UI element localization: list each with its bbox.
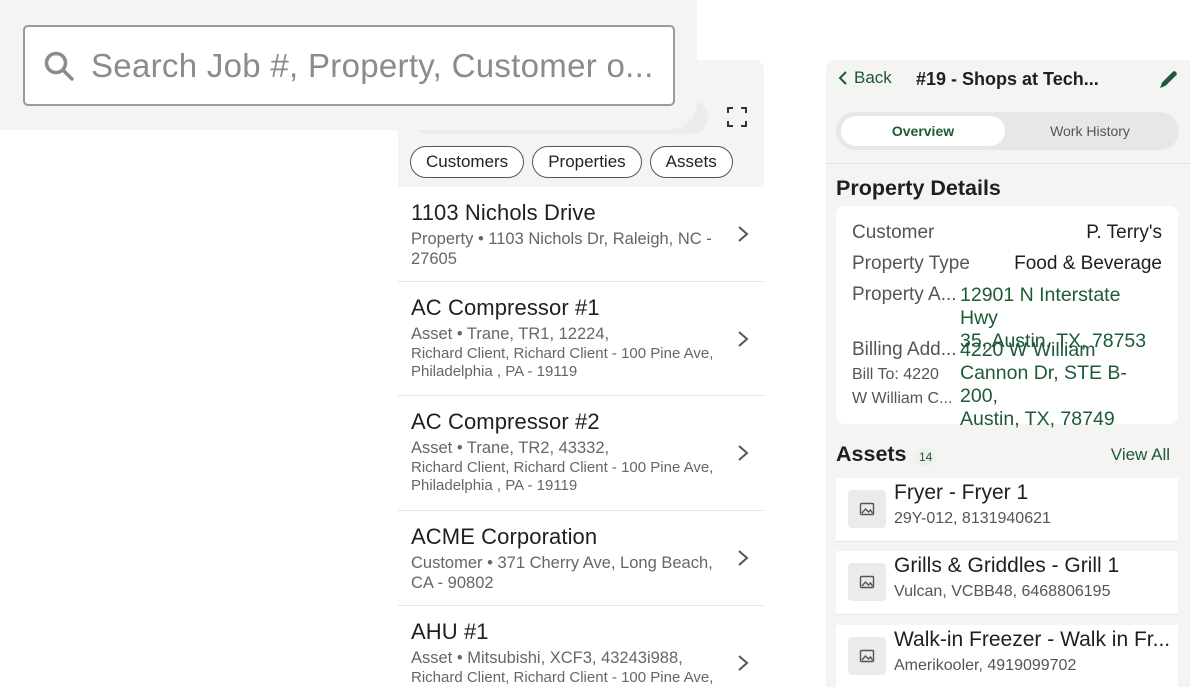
segmented-control: Overview Work History <box>836 112 1179 150</box>
address-label: Property A... <box>852 284 957 305</box>
asset-item[interactable]: Grills & Griddles - Grill 1 Vulcan, VCBB… <box>836 551 1178 615</box>
customer-value: P. Terry's <box>1086 222 1162 243</box>
detail-header: Back #19 - Shops at Tech... <box>826 60 1190 100</box>
expand-icon[interactable] <box>726 106 748 128</box>
result-detail: Richard Client, Richard Client - 100 Pin… <box>411 459 714 494</box>
search-results-panel: Customers Properties Assets 1103 Nichols… <box>398 60 764 687</box>
assets-header: Assets 14 View All <box>836 442 1170 472</box>
billing-line: Austin, TX, 78749 <box>960 408 1115 430</box>
asset-item[interactable]: Walk-in Freezer - Walk in Fr... Amerikoo… <box>836 625 1178 687</box>
page-title: #19 - Shops at Tech... <box>916 69 1099 89</box>
back-button[interactable]: Back <box>838 68 892 88</box>
list-item[interactable]: 1103 Nichols Drive Property • 1103 Nicho… <box>398 187 764 282</box>
asset-name: Walk-in Freezer - Walk in Fr... <box>894 628 1171 651</box>
list-item[interactable]: AC Compressor #1 Asset • Trane, TR1, 122… <box>398 282 764 396</box>
result-detail: Richard Client, Richard Client - 100 Pin… <box>411 669 714 686</box>
property-details-card: Customer P. Terry's Property Type Food &… <box>836 206 1178 430</box>
billing-line: Cannon Dr, STE B-200, <box>960 362 1127 407</box>
customer-label: Customer <box>852 222 935 243</box>
tab-work-history[interactable]: Work History <box>1008 116 1172 146</box>
asset-description: 29Y-012, 8131940621 <box>894 510 1051 527</box>
list-item[interactable]: ACME Corporation Customer • 371 Cherry A… <box>398 511 764 606</box>
result-title: AC Compressor #2 <box>411 409 600 434</box>
filter-chip-assets[interactable]: Assets <box>649 146 733 178</box>
search-icon <box>44 51 74 81</box>
billing-sublabel: Bill To: 4220 W William C... <box>852 363 952 410</box>
image-placeholder-icon <box>848 637 886 675</box>
tab-overview[interactable]: Overview <box>841 116 1005 146</box>
result-subtitle: Asset • Trane, TR2, 43332, <box>411 439 610 457</box>
results-list: 1103 Nichols Drive Property • 1103 Nicho… <box>398 187 764 687</box>
asset-description: Amerikooler, 4919099702 <box>894 657 1077 674</box>
chevron-right-icon <box>738 654 749 671</box>
asset-item[interactable]: Fryer - Fryer 1 29Y-012, 8131940621 <box>836 478 1178 542</box>
billing-label: Billing Add... <box>852 339 957 360</box>
image-placeholder-icon <box>848 490 886 528</box>
chevron-right-icon <box>738 550 749 566</box>
search-input[interactable] <box>91 46 651 85</box>
result-title: 1103 Nichols Drive <box>411 200 596 225</box>
chevron-right-icon <box>738 330 749 347</box>
type-label: Property Type <box>852 253 970 274</box>
billing-address-link[interactable]: 4220 W William Cannon Dr, STE B-200, Aus… <box>960 339 1162 431</box>
chevron-right-icon <box>738 226 749 242</box>
filter-chips: Customers Properties Assets <box>410 146 733 178</box>
billing-sub-line: Bill To: 4220 <box>852 366 939 383</box>
result-title: ACME Corporation <box>411 524 598 549</box>
result-title: AHU #1 <box>411 619 489 644</box>
result-subtitle: Customer • 371 Cherry Ave, Long Beach, C… <box>411 554 713 592</box>
result-title: AC Compressor #1 <box>411 295 600 320</box>
address-line: 12901 N Interstate Hwy <box>960 284 1121 329</box>
pencil-icon[interactable] <box>1157 67 1181 91</box>
property-detail-panel: Back #19 - Shops at Tech... Overview Wor… <box>826 60 1190 687</box>
assets-count-badge: 14 <box>914 448 938 466</box>
filter-chip-customers[interactable]: Customers <box>410 146 525 178</box>
divider <box>826 163 1190 164</box>
assets-title: Assets <box>836 442 907 466</box>
list-item[interactable]: AC Compressor #2 Asset • Trane, TR2, 433… <box>398 396 764 511</box>
asset-name: Fryer - Fryer 1 <box>894 481 1029 504</box>
view-all-link[interactable]: View All <box>1111 445 1170 465</box>
search-callout <box>0 0 697 130</box>
result-subtitle: Property • 1103 Nichols Dr, Raleigh, NC … <box>411 230 712 268</box>
chevron-left-icon <box>838 71 847 85</box>
asset-name: Grills & Griddles - Grill 1 <box>894 554 1120 577</box>
image-placeholder-icon <box>848 563 886 601</box>
billing-line: 4220 W William <box>960 339 1096 361</box>
search-box[interactable] <box>23 25 675 106</box>
type-value: Food & Beverage <box>1014 253 1162 274</box>
asset-description: Vulcan, VCBB48, 6468806195 <box>894 583 1111 600</box>
section-title: Property Details <box>836 176 1001 200</box>
list-item[interactable]: AHU #1 Asset • Mitsubishi, XCF3, 43243i9… <box>398 606 764 687</box>
filter-chip-properties[interactable]: Properties <box>532 146 642 178</box>
chevron-right-icon <box>738 445 749 461</box>
back-label: Back <box>854 68 892 87</box>
result-detail: Richard Client, Richard Client - 100 Pin… <box>411 345 714 380</box>
result-subtitle: Asset • Mitsubishi, XCF3, 43243i988, <box>411 649 683 667</box>
billing-sub-line: W William C... <box>852 389 953 407</box>
result-subtitle: Asset • Trane, TR1, 12224, <box>411 325 610 343</box>
